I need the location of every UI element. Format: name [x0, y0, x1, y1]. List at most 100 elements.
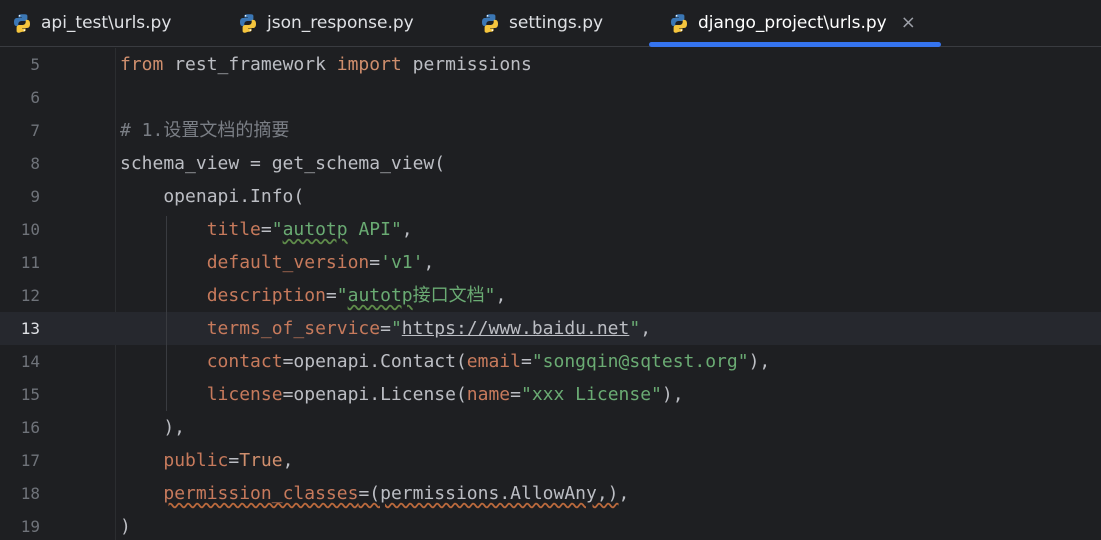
tab-label: api_test\urls.py	[41, 13, 172, 33]
code-line[interactable]: 6	[0, 81, 1101, 114]
code-editor[interactable]: 5 from rest_framework import permissions 6…	[0, 48, 1101, 540]
code-token: =	[228, 450, 240, 471]
code-token: "xxx License"	[521, 384, 662, 405]
code-token: schema_view = get_schema_view(	[120, 153, 446, 174]
code-line[interactable]: 9 openapi.Info(	[0, 180, 1101, 213]
code-token: ,	[401, 219, 413, 240]
line-number: 13	[20, 319, 40, 338]
code-token: "	[271, 219, 283, 240]
code-text: schema_view = get_schema_view(	[120, 147, 445, 180]
line-number: 9	[30, 187, 40, 206]
code-token: ,	[640, 318, 652, 339]
code-token: https://www.baidu.net	[401, 318, 630, 339]
code-line[interactable]: 5 from rest_framework import permissions	[0, 48, 1101, 81]
code-token: ,	[282, 450, 294, 471]
code-token: # 1.设置文档的摘要	[120, 120, 290, 141]
code-token: license	[206, 384, 283, 405]
code-token: 接口文档"	[412, 285, 496, 306]
tab-api-test-urls[interactable]: api_test\urls.py	[12, 0, 171, 46]
code-token: =	[510, 384, 521, 405]
line-number: 12	[20, 286, 40, 305]
python-icon	[238, 13, 258, 33]
active-tab-indicator	[649, 42, 941, 47]
code-text: contact=openapi.Contact(email="songqin@s…	[120, 345, 771, 378]
line-number: 18	[20, 484, 40, 503]
tab-label: django_project\urls.py	[698, 13, 887, 33]
code-token: name	[466, 384, 511, 405]
code-token: "	[629, 318, 641, 339]
tab-settings[interactable]: settings.py	[480, 0, 603, 46]
code-token: ,	[618, 483, 630, 504]
code-token: description	[206, 285, 326, 306]
code-token: True	[239, 450, 283, 471]
code-token: default_version	[206, 252, 370, 273]
code-text: title="autotp API",	[120, 213, 413, 246]
code-token: API"	[347, 219, 402, 240]
line-number: 16	[20, 418, 40, 437]
line-number: 5	[30, 55, 40, 74]
line-number: 6	[30, 88, 40, 107]
code-text: permission_classes=(permissions.AllowAny…	[120, 477, 629, 510]
code-text: terms_of_service="https://www.baidu.net"…	[120, 312, 651, 345]
tab-label: settings.py	[509, 13, 604, 33]
code-token: from	[120, 54, 164, 75]
code-text: description="autotp接口文档",	[120, 279, 507, 312]
python-icon	[669, 13, 689, 33]
code-line[interactable]: 16 ),	[0, 411, 1101, 444]
editor-tab-bar: api_test\urls.py json_response.py settin…	[0, 0, 1101, 47]
code-token: ),	[661, 384, 684, 405]
line-number: 8	[30, 154, 40, 173]
code-line[interactable]: 7 # 1.设置文档的摘要	[0, 114, 1101, 147]
code-token: "	[336, 285, 348, 306]
code-token: =openapi.Contact(	[282, 351, 467, 372]
code-line[interactable]: 17 public=True,	[0, 444, 1101, 477]
line-number: 19	[20, 517, 40, 536]
code-token: contact	[206, 351, 283, 372]
code-token: permission_classes	[163, 483, 359, 504]
code-token: =	[260, 219, 272, 240]
code-token: )	[120, 516, 131, 537]
code-text: openapi.Info(	[120, 180, 304, 213]
indent-guide	[166, 216, 167, 411]
code-token: public	[163, 450, 229, 471]
code-token: =	[325, 285, 337, 306]
code-token: =	[369, 252, 381, 273]
code-token: ,	[423, 252, 435, 273]
code-token: title	[206, 219, 261, 240]
code-token: =openapi.License(	[282, 384, 467, 405]
line-number: 14	[20, 352, 40, 371]
code-text: # 1.设置文档的摘要	[120, 114, 289, 147]
tab-label: json_response.py	[267, 13, 414, 33]
python-icon	[12, 13, 32, 33]
code-token: permissions	[401, 54, 532, 75]
tab-django-project-urls[interactable]: django_project\urls.py ×	[669, 0, 916, 46]
code-token: terms_of_service	[206, 318, 381, 339]
line-number: 15	[20, 385, 40, 404]
line-number: 11	[20, 253, 40, 272]
code-line[interactable]: 8 schema_view = get_schema_view(	[0, 147, 1101, 180]
code-token: ),	[748, 351, 771, 372]
python-icon	[480, 13, 500, 33]
code-text: default_version='v1',	[120, 246, 435, 279]
code-line[interactable]: 19)	[0, 510, 1101, 540]
code-text: ),	[120, 411, 185, 444]
code-token: rest_framework	[163, 54, 337, 75]
code-token: openapi.Info(	[120, 186, 305, 207]
close-icon[interactable]: ×	[901, 14, 916, 32]
code-text: public=True,	[120, 444, 293, 477]
code-token: email	[466, 351, 521, 372]
code-token: ,	[495, 285, 507, 306]
code-token: "songqin@sqtest.org"	[531, 351, 749, 372]
code-token: ),	[120, 417, 186, 438]
code-token: autotp	[347, 285, 413, 306]
tab-json-response[interactable]: json_response.py	[238, 0, 414, 46]
code-line[interactable]: 18 permission_classes=(permissions.Allow…	[0, 477, 1101, 510]
code-token: import	[336, 54, 402, 75]
